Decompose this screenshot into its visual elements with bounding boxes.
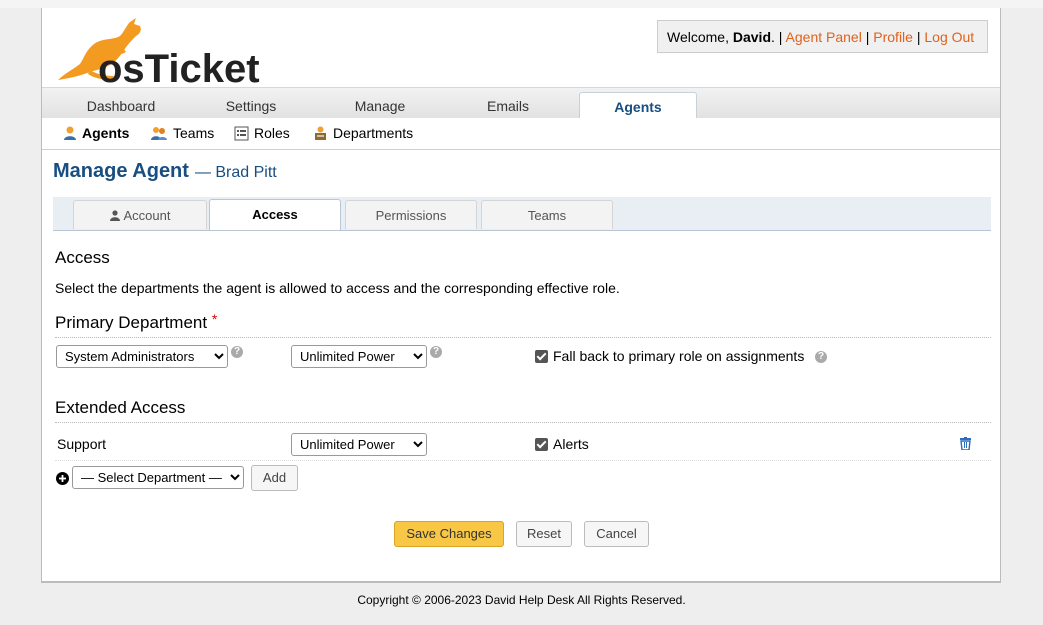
welcome-separator: | [912, 29, 925, 45]
add-circle-icon [56, 472, 69, 485]
fallback-checkbox[interactable] [535, 350, 548, 363]
help-icon[interactable]: ? [815, 351, 827, 363]
add-department-button[interactable]: Add [251, 465, 298, 491]
add-department-select[interactable]: — Select Department — [72, 466, 244, 489]
extended-department-name: Support [57, 436, 107, 452]
save-changes-button[interactable]: Save Changes [394, 521, 504, 547]
primary-department-label: Primary Department [55, 313, 208, 332]
nav-manage[interactable]: Manage [326, 88, 434, 118]
tab-bar: Account Access Permissions Teams [53, 197, 991, 231]
page-title-text: Manage Agent [53, 160, 189, 182]
subnav-departments[interactable]: Departments [313, 118, 413, 149]
nav-settings[interactable]: Settings [197, 88, 305, 118]
help-icon[interactable]: ? [231, 346, 243, 358]
subnav-roles[interactable]: Roles [234, 118, 290, 149]
tab-permissions[interactable]: Permissions [345, 200, 477, 229]
agent-name: — Brad Pitt [194, 164, 277, 181]
access-description: Select the departments the agent is allo… [55, 280, 620, 296]
subnav-label: Agents [82, 125, 130, 141]
extended-role-select[interactable]: Unlimited Power [291, 433, 427, 456]
primary-department-select[interactable]: System Administrators [56, 345, 228, 368]
top-strip [0, 0, 1043, 8]
subnav-label: Teams [173, 125, 215, 141]
nav-dashboard[interactable]: Dashboard [67, 88, 175, 118]
nav-emails[interactable]: Emails [454, 88, 562, 118]
subnav-label: Roles [254, 125, 290, 141]
cancel-button[interactable]: Cancel [584, 521, 649, 547]
subnav-label: Departments [333, 125, 414, 141]
trash-icon[interactable] [960, 437, 971, 450]
subnav-agents[interactable]: Agents [63, 118, 129, 149]
logout-link[interactable]: Log Out [924, 29, 974, 45]
page-title: Manage Agent — Brad Pitt [53, 160, 277, 183]
welcome-prefix: Welcome, [667, 29, 733, 45]
subnav-teams[interactable]: Teams [151, 118, 214, 149]
agent-panel-link[interactable]: Agent Panel [786, 29, 862, 45]
alerts-label: Alerts [553, 436, 589, 452]
reset-button[interactable]: Reset [516, 521, 572, 547]
welcome-box: Welcome, David. | Agent Panel | Profile … [657, 20, 988, 53]
user-name: David [732, 29, 771, 45]
footer-copyright: Copyright © 2006-2023 David Help Desk Al… [357, 593, 686, 607]
roles-icon [234, 126, 249, 141]
svg-text:osTicket: osTicket [98, 47, 260, 84]
profile-link[interactable]: Profile [873, 29, 913, 45]
fallback-label: Fall back to primary role on assignments [553, 348, 805, 364]
welcome-separator: | [861, 29, 874, 45]
kangaroo-icon: osTicket [58, 18, 260, 91]
extended-access-heading: Extended Access [55, 398, 991, 423]
agent-icon [64, 126, 76, 140]
access-heading: Access [55, 248, 110, 267]
primary-department-heading: Primary Department * [55, 311, 991, 338]
main-nav: Dashboard Settings Manage Emails Agents [42, 87, 1000, 120]
sub-nav: Agents Teams Roles Departments [42, 118, 1000, 150]
welcome-suffix: . | [771, 29, 786, 45]
tab-account[interactable]: Account [73, 200, 207, 229]
departments-icon [315, 126, 326, 140]
primary-role-select[interactable]: Unlimited Power [291, 345, 427, 368]
osticket-logo[interactable]: osTicket [50, 14, 260, 91]
required-mark: * [211, 311, 218, 327]
row-divider [55, 460, 991, 461]
user-icon [109, 210, 120, 221]
teams-icon [151, 127, 167, 140]
alerts-checkbox[interactable] [535, 438, 548, 451]
tab-label: Account [123, 208, 171, 223]
help-icon[interactable]: ? [430, 346, 442, 358]
tab-access[interactable]: Access [209, 199, 341, 230]
page-container: osTicket Welcome, David. | Agent Panel |… [41, 8, 1001, 583]
nav-agents[interactable]: Agents [579, 92, 697, 120]
tab-teams[interactable]: Teams [481, 200, 613, 229]
